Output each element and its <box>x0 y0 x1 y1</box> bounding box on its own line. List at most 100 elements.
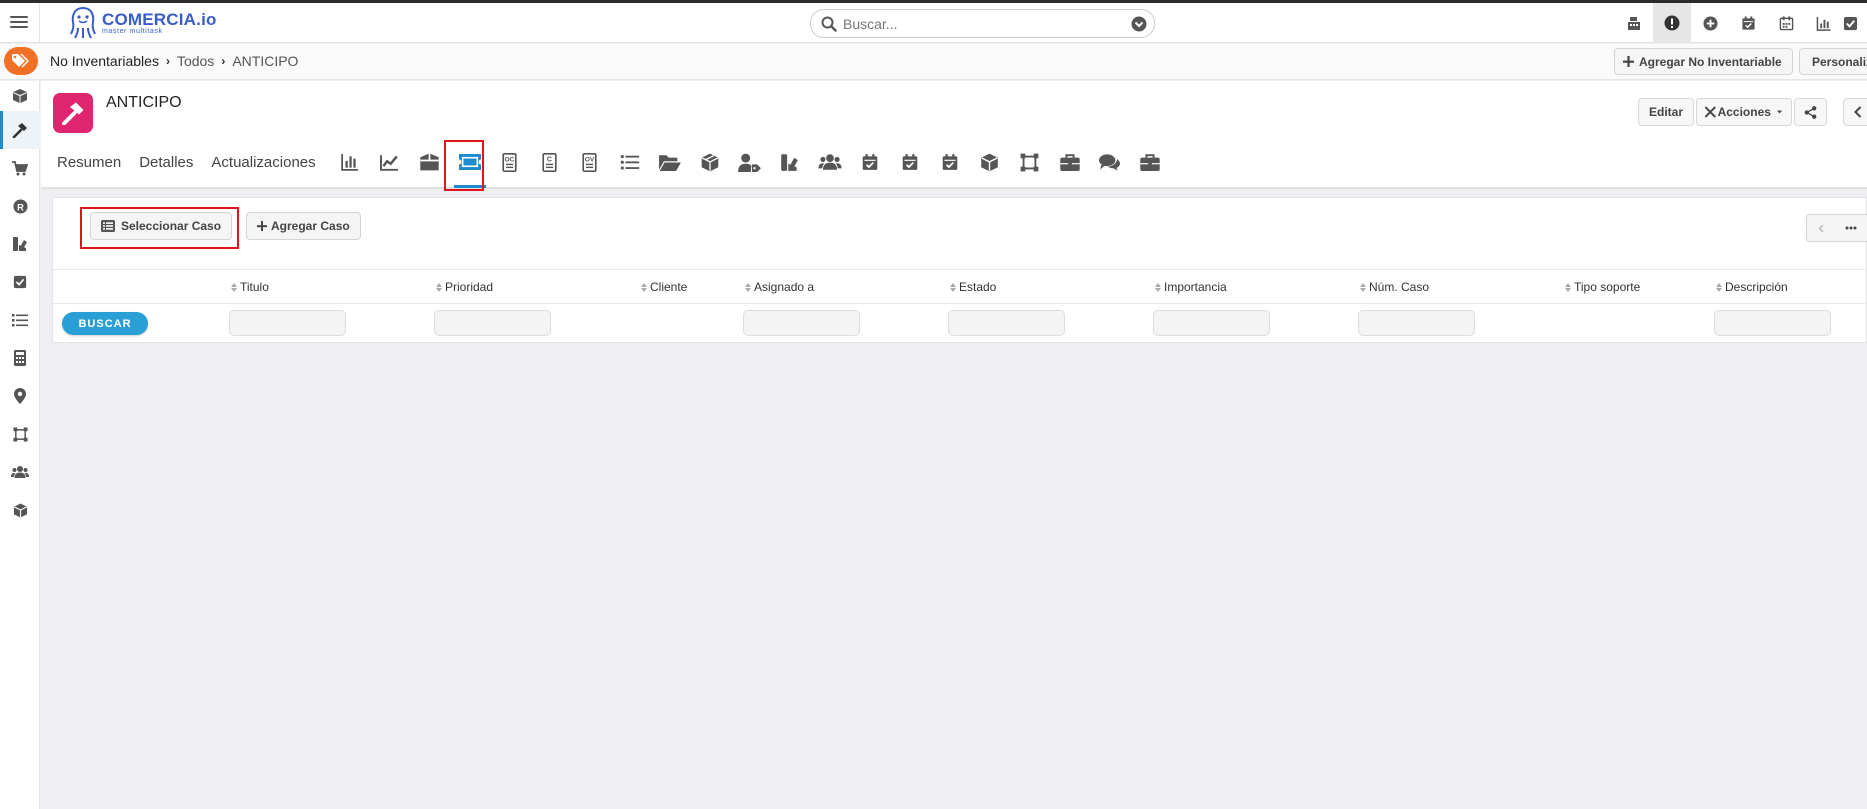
sidebar-item-r[interactable]: R <box>0 187 40 225</box>
tab-folder-open[interactable] <box>650 137 690 187</box>
filter-num-caso-input[interactable] <box>1358 310 1475 336</box>
sidebar-item-boxes[interactable] <box>0 81 40 111</box>
cube-icon <box>13 502 27 518</box>
breadcrumb-no-inventariables[interactable]: No Inventariables <box>50 53 159 69</box>
tab-chart-bar[interactable] <box>330 137 370 187</box>
tab-chart-line[interactable] <box>370 137 410 187</box>
search-input[interactable] <box>843 14 1123 34</box>
boxes-icon <box>701 153 718 171</box>
column-header-prioridad[interactable]: Prioridad <box>436 280 493 294</box>
filter-asignado-input[interactable] <box>743 310 860 336</box>
swatch-icon <box>13 237 27 251</box>
sidebar-item-tasks[interactable] <box>0 263 40 301</box>
edit-button[interactable]: Editar <box>1638 98 1694 126</box>
customize-button[interactable]: Personalizar <box>1799 48 1867 75</box>
column-header-tipo-soporte[interactable]: Tipo soporte <box>1565 280 1640 294</box>
search-button[interactable]: BUSCAR <box>62 312 148 335</box>
tab-detalles[interactable]: Detalles <box>130 137 202 187</box>
tab-cube[interactable] <box>970 137 1010 187</box>
column-label: Titulo <box>240 280 269 294</box>
logo-text: COMERCIA.io <box>102 10 217 29</box>
column-header-descripcion[interactable]: Descripción <box>1716 280 1788 294</box>
share-button[interactable] <box>1794 98 1827 126</box>
plus-circle-icon[interactable] <box>1691 3 1729 43</box>
filter-estado-input[interactable] <box>948 310 1065 336</box>
column-header-importancia[interactable]: Importancia <box>1155 280 1227 294</box>
sidebar-item-location[interactable] <box>0 377 40 415</box>
column-header-estado[interactable]: Estado <box>950 280 996 294</box>
tab-comments[interactable] <box>1090 137 1130 187</box>
tab-toolbox[interactable] <box>1130 137 1170 187</box>
tab-calendar-check-2[interactable] <box>890 137 930 187</box>
tab-oc-doc[interactable]: OC <box>490 137 530 187</box>
chevron-down-circle-icon[interactable] <box>1131 16 1147 32</box>
check-square-icon[interactable] <box>1843 3 1867 43</box>
chevron-right-icon: › <box>165 54 170 68</box>
calculator-icon <box>14 350 26 366</box>
tab-box-open[interactable] <box>410 137 450 187</box>
page-title: ANTICIPO <box>106 94 182 111</box>
alert-icon[interactable] <box>1653 3 1691 43</box>
calendar-icon[interactable] <box>1767 3 1805 43</box>
plus-icon <box>1623 56 1634 67</box>
filter-importancia-input[interactable] <box>1153 310 1270 336</box>
calendar-check-icon[interactable] <box>1729 3 1767 43</box>
column-header-num-caso[interactable]: Núm. Caso <box>1360 280 1429 294</box>
tab-actualizaciones[interactable]: Actualizaciones <box>202 137 329 187</box>
cash-register-icon[interactable] <box>1615 3 1653 43</box>
list-alt-icon <box>101 220 115 232</box>
calendar-check-icon <box>862 154 877 170</box>
add-case-label: Agregar Caso <box>271 219 350 233</box>
plus-icon <box>257 221 267 231</box>
filter-descripcion-input[interactable] <box>1714 310 1831 336</box>
tab-ticket[interactable] <box>450 137 490 188</box>
tab-briefcase[interactable] <box>1050 137 1090 187</box>
column-header-titulo[interactable]: Titulo <box>231 280 269 294</box>
chart-bar-icon[interactable] <box>1805 3 1843 43</box>
tab-list[interactable] <box>610 137 650 187</box>
tab-resumen[interactable]: Resumen <box>41 137 130 187</box>
tab-user-tag[interactable] <box>730 137 770 187</box>
tab-users[interactable] <box>810 137 850 187</box>
app-logo[interactable]: COMERCIA.io master multitask <box>68 5 217 41</box>
column-header-asignado[interactable]: Asignado a <box>745 280 814 294</box>
menu-icon[interactable] <box>10 13 28 31</box>
breadcrumb-todos[interactable]: Todos <box>177 53 214 69</box>
filter-titulo-input[interactable] <box>229 310 346 336</box>
sidebar-item-calculator[interactable] <box>0 339 40 377</box>
global-search[interactable] <box>810 9 1155 38</box>
sidebar-item-cube[interactable] <box>0 491 40 529</box>
select-case-button[interactable]: Seleccionar Caso <box>90 212 233 240</box>
record-icon <box>53 93 93 133</box>
add-case-button[interactable]: Agregar Caso <box>246 212 361 240</box>
sidebar-item-cart[interactable] <box>0 149 40 187</box>
filter-prioridad-input[interactable] <box>434 310 551 336</box>
sidebar-item-hammer[interactable] <box>0 111 40 149</box>
more-options-button[interactable] <box>1835 214 1867 242</box>
users-icon <box>818 154 842 170</box>
sidebar-item-vector[interactable] <box>0 415 40 453</box>
tab-swatch[interactable] <box>770 137 810 187</box>
collapse-button[interactable] <box>1843 98 1867 126</box>
tab-calendar-check-3[interactable] <box>930 137 970 187</box>
chevron-right-icon: › <box>221 54 226 68</box>
tab-calendar-check-1[interactable] <box>850 137 890 187</box>
add-no-inventariable-button[interactable]: Agregar No Inventariable <box>1614 48 1793 75</box>
tab-ov-doc[interactable]: OV <box>570 137 610 187</box>
actions-dropdown[interactable]: Acciones <box>1696 98 1792 126</box>
sort-icon <box>745 282 751 292</box>
sort-icon <box>436 282 442 292</box>
table-header-row: Titulo Prioridad Cliente Asignado a Esta… <box>53 269 1867 304</box>
prev-page-button[interactable] <box>1806 214 1836 242</box>
tags-icon[interactable] <box>4 47 38 75</box>
column-header-cliente[interactable]: Cliente <box>641 280 687 294</box>
tab-boxes[interactable] <box>690 137 730 187</box>
briefcase-icon <box>1059 153 1080 171</box>
sidebar-item-users[interactable] <box>0 453 40 491</box>
sidebar-item-swatch[interactable] <box>0 225 40 263</box>
sidebar-item-list[interactable] <box>0 301 40 339</box>
cube-icon <box>981 153 998 171</box>
cases-panel: Seleccionar Caso Agregar Caso Titulo Pri… <box>52 197 1867 343</box>
tab-vector-square[interactable] <box>1010 137 1050 187</box>
tab-c-doc[interactable]: C <box>530 137 570 187</box>
